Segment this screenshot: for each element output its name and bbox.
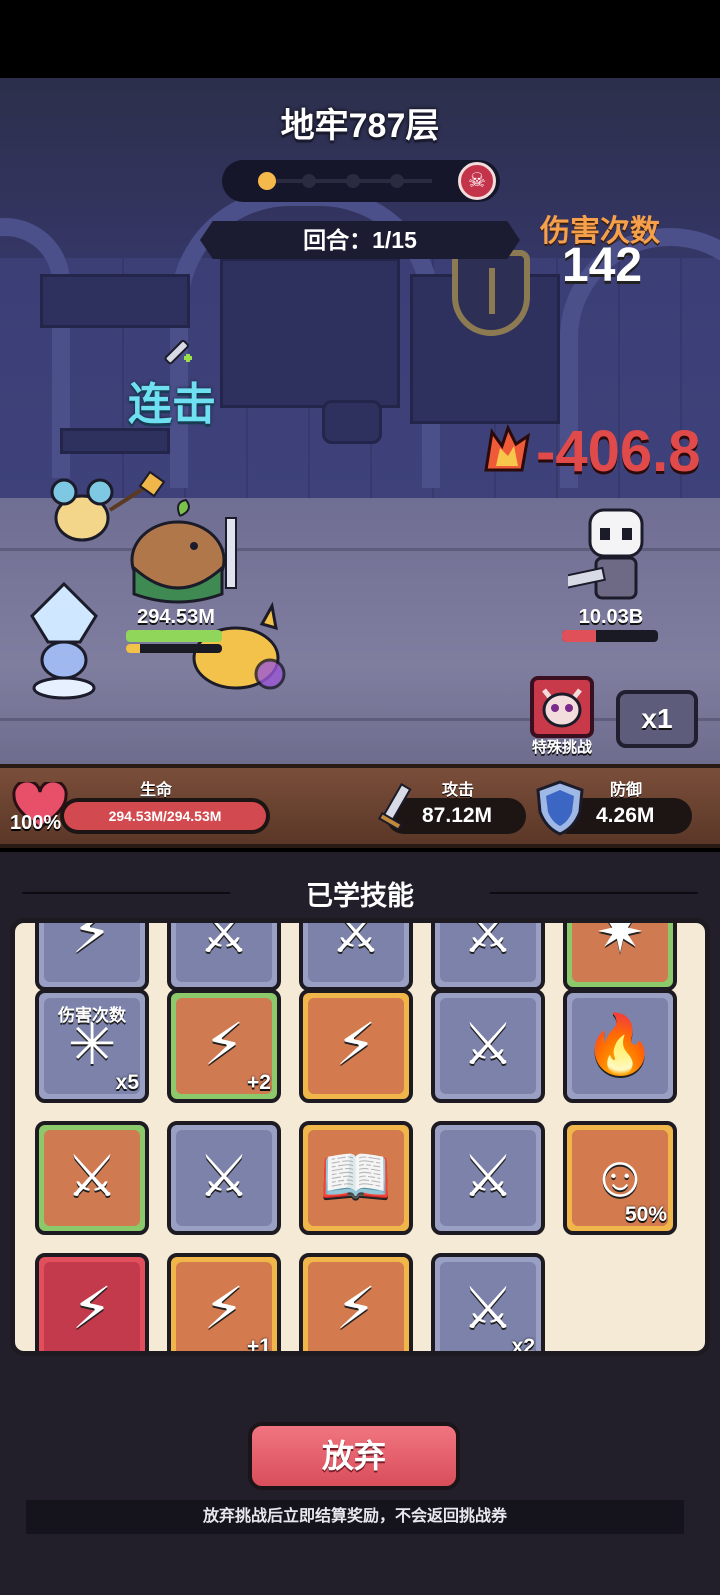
shield-icon [536,780,584,836]
skills-grid[interactable]: ⚡ ⚔ ⚔ ⚔ ✷ ✳ 伤害次数 x5 ⚡ +2 ⚡ ⚔ 🔥 ⚔ ⚔ 📖 ⚔ ☺ 50% ⚡ ⚡ +1 ⚡ ⚔ x2 [10,918,710,1356]
sword-plus-icon [164,339,192,365]
round-counter: 回合：1/15 [200,221,520,259]
attack-label: 攻击 [442,782,475,799]
special-challenge-button[interactable] [530,676,594,738]
red-pillar-icon: ⚡ [71,1276,113,1341]
skill-slot[interactable]: ⚡ [35,1253,149,1351]
skill-slot[interactable]: ⚔ [35,1121,149,1235]
skill-slot[interactable]: 📖 [299,1121,413,1235]
rock [322,400,382,444]
sword-plus-icon: ⚔ [462,1144,514,1209]
abandon-button[interactable]: 放弃 [248,1422,460,1490]
lightning-up-icon: ⚡ [335,1276,377,1341]
flame-sword-icon: ⚔ [462,1012,514,1077]
lightning-icon: ⚡ [71,918,113,965]
enemy-hp-fill [562,630,596,642]
progress-node [302,174,316,188]
skill-slot[interactable]: ⚡ [35,918,149,991]
shield-emblem-icon [452,250,530,336]
abandon-note: 放弃挑战后立即结算奖励，不会返回挑战券 [26,1500,684,1534]
skill-slot[interactable]: ☺ 50% [563,1121,677,1235]
skill-slot[interactable]: ✷ [563,918,677,991]
hp-label: 生命 [140,782,173,799]
special-challenge-label: 特殊挑战 [531,739,592,756]
skills-section: 已学技能 ⚡ ⚔ ⚔ ⚔ ✷ ✳ 伤害次数 x5 ⚡ +2 ⚡ ⚔ 🔥 ⚔ ⚔ 📖 ⚔ ☺ 50% ⚡ ⚡ +1 ⚡ ⚔ x2 … [0,852,720,1595]
sword-percent-icon: ⚔ [198,918,250,965]
defense-label: 防御 [610,782,643,799]
damage-count-value: 142 [562,239,643,292]
fire-hit-icon [484,424,531,472]
stats-bar: 生命 294.53M/294.53M 100% 攻击 87.12M 防御 4.2… [0,764,720,848]
spellbook-icon: 📖 [319,1144,393,1209]
enemy-hp-text: 10.03B [578,606,644,628]
battle-scene: 地牢787层 ☠ 回合：1/15 伤害次数 142 连击 -406.8 294.… [0,78,720,778]
skill-slot[interactable]: ⚡ +2 [167,989,281,1103]
progress-node [390,174,404,188]
skill-badge: x5 [115,1071,139,1094]
skill-slot[interactable]: 🔥 [563,989,677,1103]
ice-spirit-pet [30,581,98,700]
page-title: 地牢787层 [280,107,440,145]
sword-wave-icon: ⚔ [462,918,514,965]
demon-skull-icon [542,688,582,728]
skeleton-enemy [568,508,644,600]
hero-energy-fill [126,644,141,653]
skill-slot[interactable]: ⚡ [299,989,413,1103]
iron-gate [220,258,400,408]
progress-node-current [258,172,276,190]
fire-orb-icon: 🔥 [583,1012,657,1077]
skill-slot[interactable]: ⚔ x2 [431,1253,545,1356]
floor-seam [0,718,720,721]
hp-percent: 100% [10,812,62,834]
hero-hp-fill [126,630,222,642]
hp-value: 294.53M/294.53M [108,808,222,824]
stone-ledge [40,274,190,328]
boss-skull-icon: ☠ [458,162,496,200]
hp-bar: 294.53M/294.53M [60,798,270,834]
skill-slot[interactable]: ⚔ [431,1121,545,1235]
skill-slot[interactable]: ⚔ [299,918,413,991]
floating-damage: -406.8 [536,419,701,484]
enemy-hp-bar [562,630,658,642]
skill-slot[interactable]: ⚔ [167,1121,281,1235]
lightning-pillar-icon: ⚡ [335,1012,377,1077]
burst-icon: ✷ [595,918,645,965]
skill-top-label: 伤害次数 [58,1006,126,1025]
stage-progress: ☠ [222,160,500,202]
skill-slot[interactable]: ✳ 伤害次数 x5 [35,989,149,1103]
hero-energy-bar [126,644,222,653]
skill-slot[interactable]: ⚡ [299,1253,413,1351]
sword-percent-icon: ⚔ [330,918,382,965]
skill-slot[interactable]: ⚡ +1 [167,1253,281,1356]
progress-node [346,174,360,188]
capybara-hero [130,498,237,604]
hero-hp-text: 294.53M [137,606,215,628]
skill-badge: +1 [247,1335,271,1356]
skills-title: 已学技能 [306,881,414,911]
flame-sword-ice-icon: ⚔ [198,1144,250,1209]
sword-icon [377,783,412,831]
combo-text: 连击 [128,380,216,429]
skill-badge: 50% [624,1203,667,1226]
speed-toggle-button[interactable]: x1 [616,690,698,748]
hero-hp-bar [126,630,222,642]
skill-slot[interactable]: ⚔ [431,989,545,1103]
skill-badge: x2 [511,1335,535,1356]
flame-sword-icon: ⚔ [66,1144,118,1209]
skill-badge: +2 [247,1071,271,1094]
skill-slot[interactable]: ⚔ [167,918,281,991]
skill-slot[interactable]: ⚔ [431,918,545,991]
